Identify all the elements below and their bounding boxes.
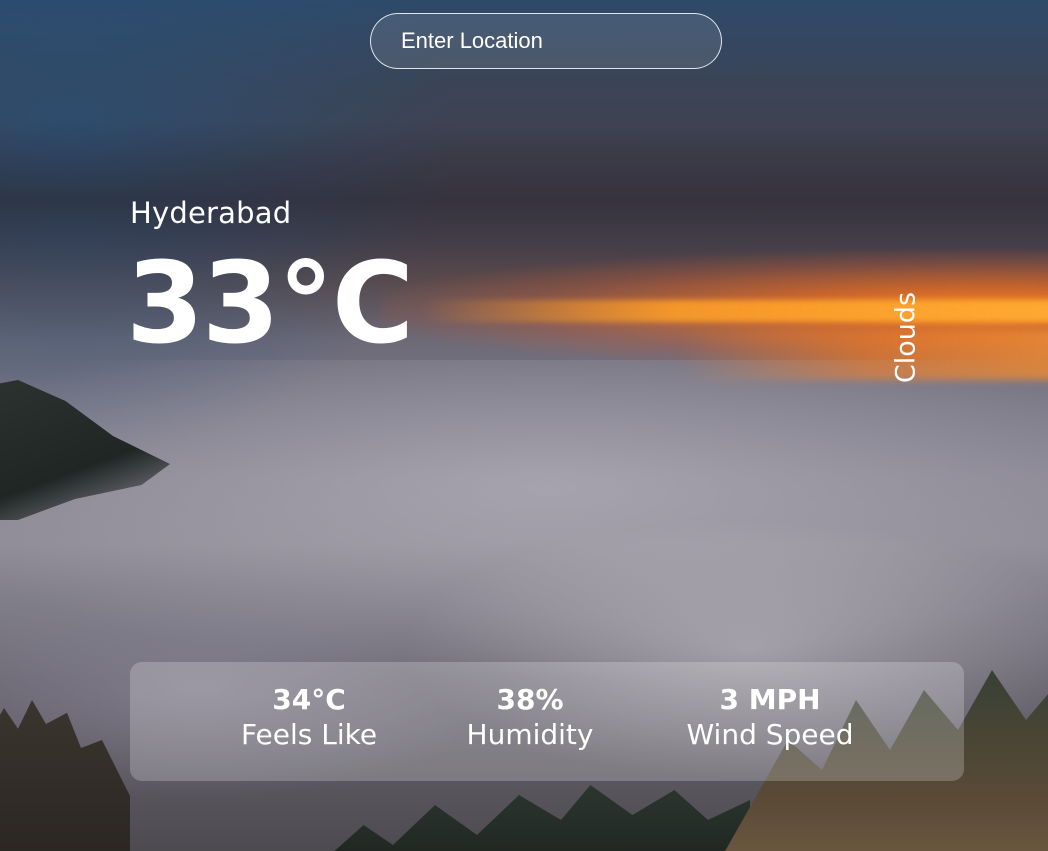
location-search-input[interactable] [370,13,722,69]
weather-condition: Clouds [890,291,922,384]
location-name: Hyderabad [130,196,292,230]
feels-like-stat: 34°C Feels Like [224,682,394,752]
feels-like-value: 34°C [272,683,346,716]
humidity-value: 38% [496,683,564,716]
wind-speed-label: Wind Speed [686,718,854,752]
humidity-stat: 38% Humidity [460,682,600,752]
current-temperature: 33°C [126,239,414,369]
wind-speed-stat: 3 MPH Wind Speed [675,682,865,752]
feels-like-label: Feels Like [240,718,378,752]
wind-speed-value: 3 MPH [719,683,821,716]
weather-stats-panel: 34°C Feels Like 38% Humidity 3 MPH Wind … [130,662,964,781]
humidity-label: Humidity [466,718,594,752]
